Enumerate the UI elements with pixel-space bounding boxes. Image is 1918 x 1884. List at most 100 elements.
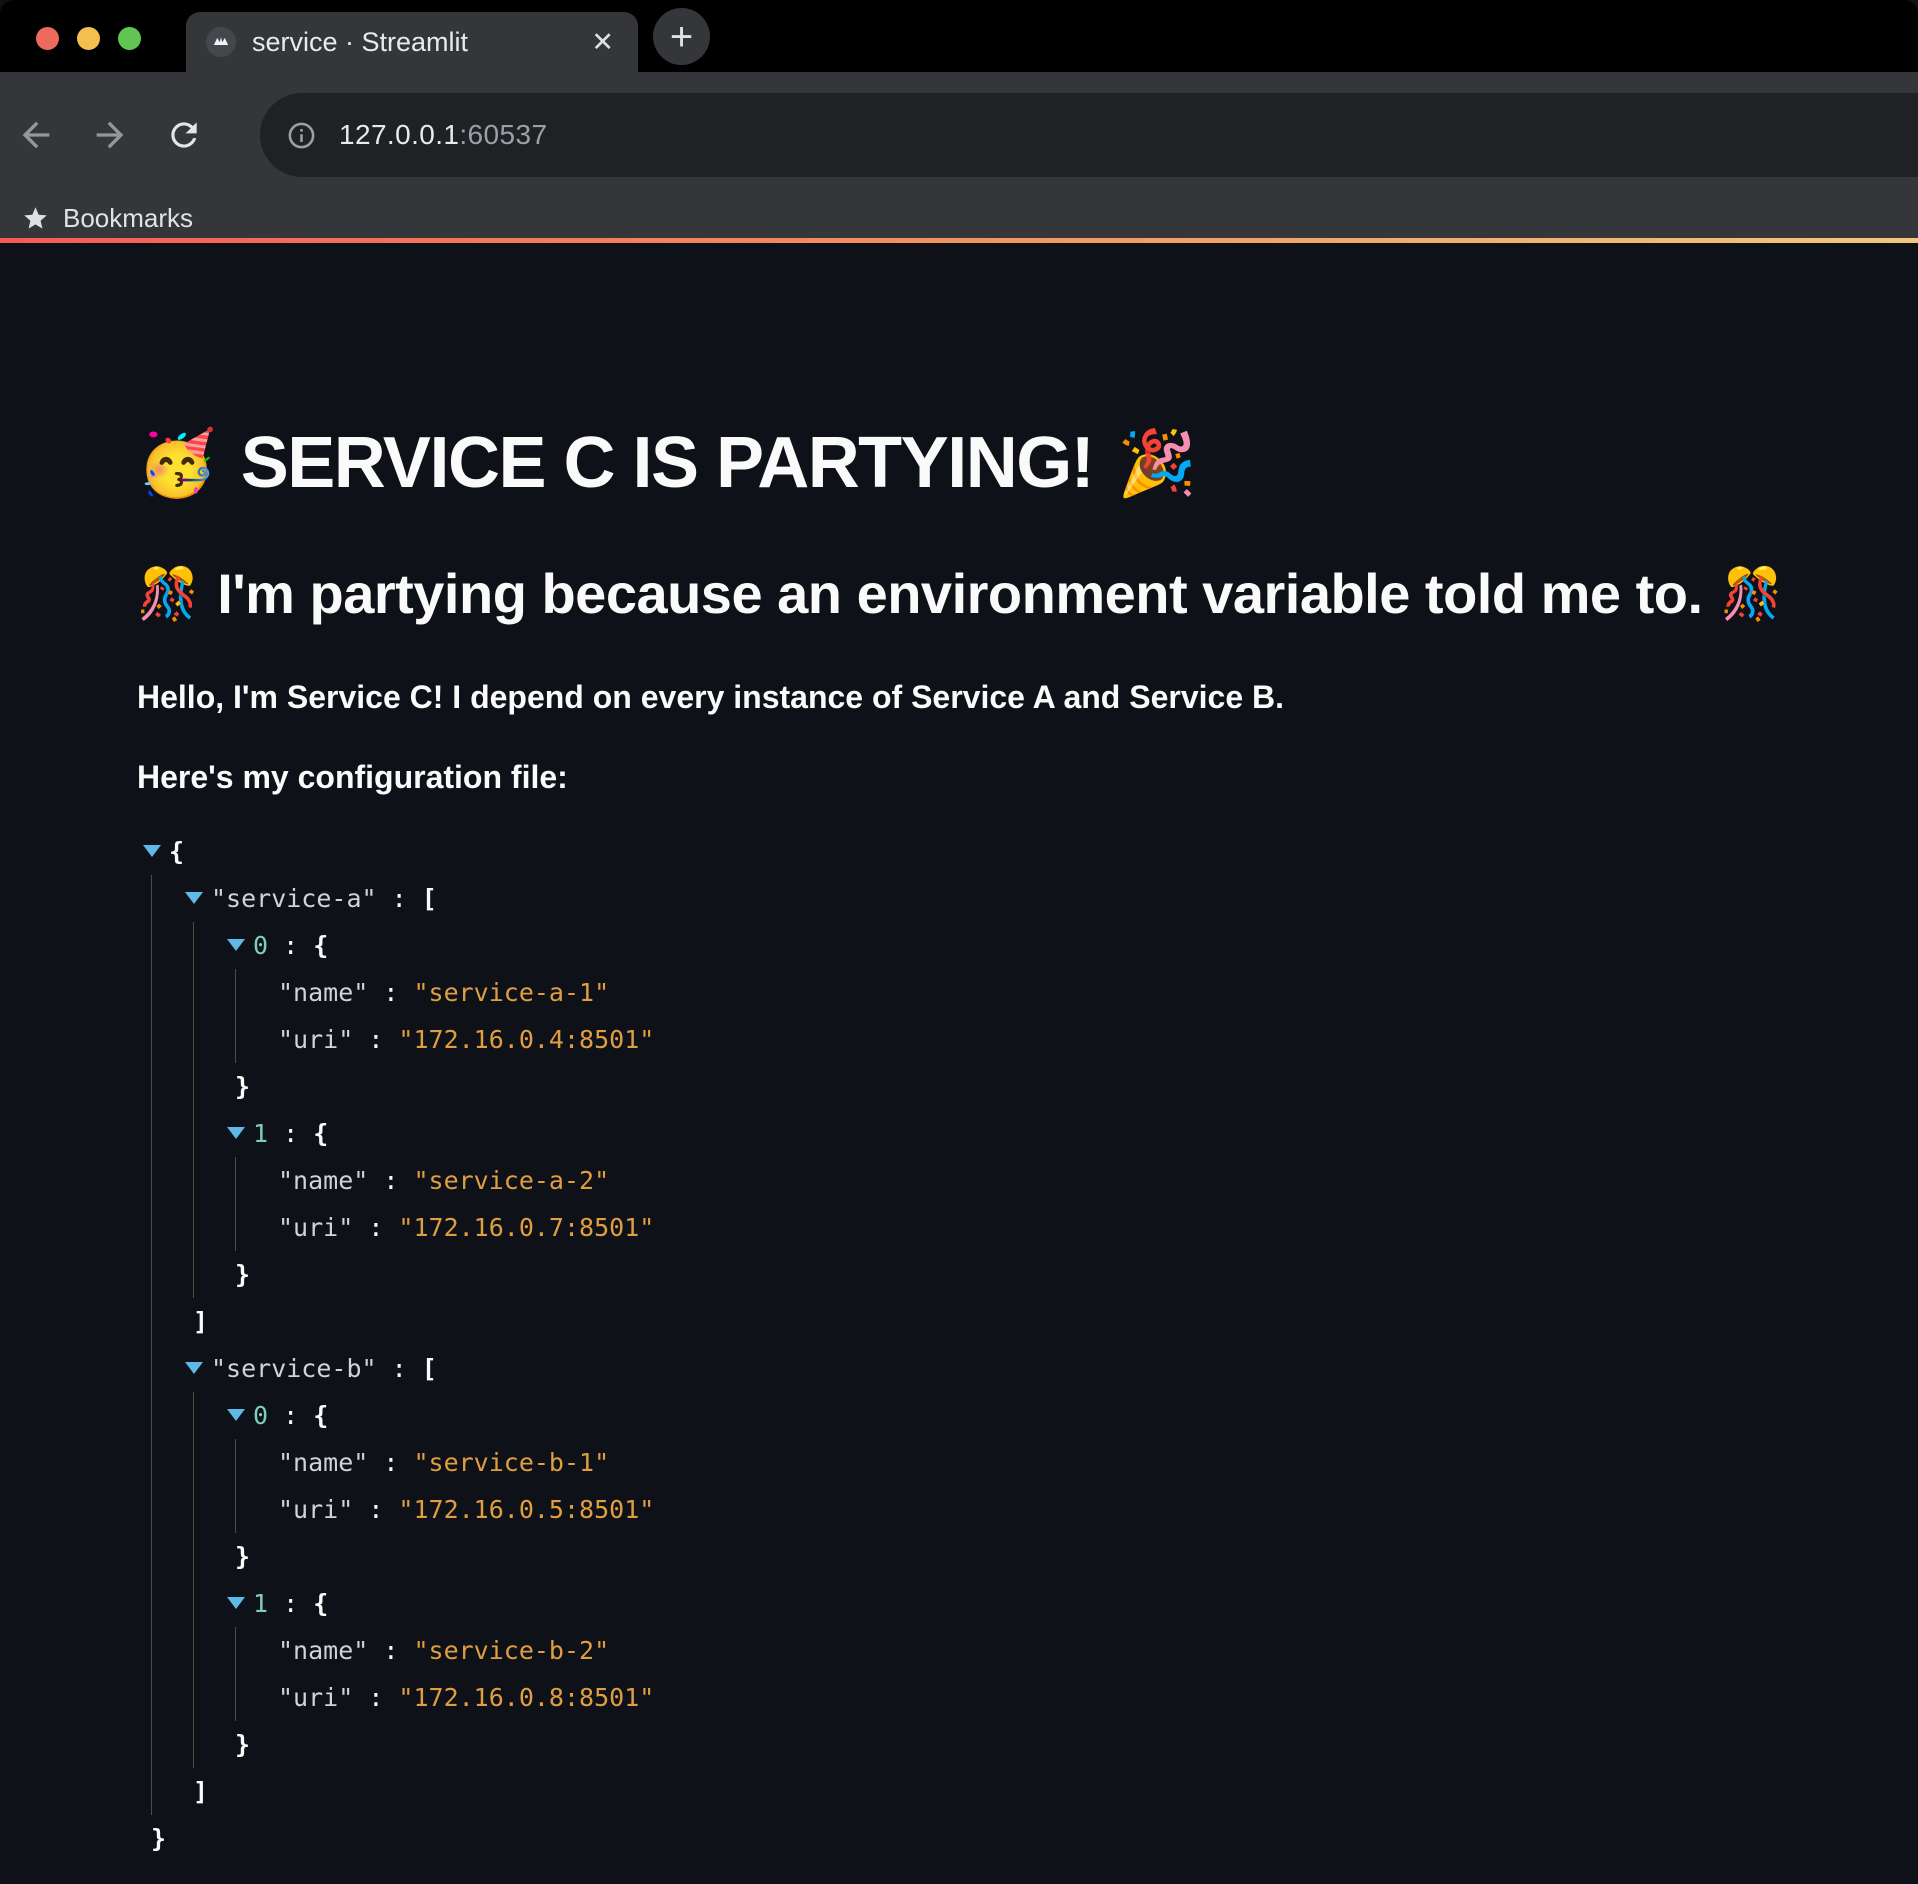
json-children: "name" : "service-a-2" "uri" : "172.16.0… — [235, 1157, 1888, 1251]
json-row: } — [227, 1533, 1888, 1580]
url-host: 127.0.0.1 — [339, 119, 459, 150]
json-row: } — [227, 1721, 1888, 1768]
tab-title: service · Streamlit — [252, 27, 587, 58]
expand-arrow-icon[interactable] — [227, 939, 253, 951]
json-key: "name" — [278, 1448, 368, 1477]
page-subtitle-text: I'm partying because an environment vari… — [217, 560, 1702, 627]
intro-paragraph: Hello, I'm Service C! I depend on every … — [137, 680, 1888, 715]
json-key: "name" — [278, 1636, 368, 1665]
json-colon: : — [268, 1589, 313, 1618]
json-brace: { — [313, 1401, 328, 1430]
json-brace: { — [313, 1589, 328, 1618]
address-bar[interactable]: 127.0.0.1:60537 — [260, 93, 1918, 177]
page-title-text: SERVICE C IS PARTYING! — [241, 420, 1093, 506]
json-array-index: 0 — [253, 931, 268, 960]
tab-close-icon[interactable]: ✕ — [587, 27, 618, 58]
forward-arrow-icon — [90, 115, 130, 155]
json-string-value: "service-b-1" — [413, 1448, 609, 1477]
json-string-value: "service-a-1" — [413, 978, 609, 1007]
json-colon: : — [377, 884, 422, 913]
expand-arrow-icon[interactable] — [227, 1597, 253, 1609]
json-brace: { — [313, 931, 328, 960]
json-row: 0 : { — [227, 1392, 1888, 1439]
json-array-index: 1 — [253, 1119, 268, 1148]
json-node-service-b-0: 0 : { "name" : "service-b-1" "uri" : "17… — [227, 1392, 1888, 1580]
json-row: "uri" : "172.16.0.5:8501" — [269, 1486, 1888, 1533]
expand-arrow-icon[interactable] — [185, 892, 211, 904]
minimize-window-button[interactable] — [77, 27, 100, 50]
expand-arrow-icon[interactable] — [227, 1409, 253, 1421]
json-children: 0 : { "name" : "service-a-1" "uri" : "17… — [193, 922, 1888, 1298]
streamlit-app-content: 🥳 SERVICE C IS PARTYING! 🎉 🎊 I'm partyin… — [0, 243, 1918, 1862]
json-row: "name" : "service-b-1" — [269, 1439, 1888, 1486]
expand-arrow-icon[interactable] — [185, 1362, 211, 1374]
json-node-service-a-0: 0 : { "name" : "service-a-1" "uri" : "17… — [227, 922, 1888, 1110]
json-array-index: 0 — [253, 1401, 268, 1430]
json-key: "uri" — [278, 1213, 353, 1242]
bookmarks-bar: Bookmarks — [0, 198, 1918, 238]
new-tab-button[interactable]: + — [653, 8, 710, 65]
toolbar: 127.0.0.1:60537 — [0, 72, 1918, 198]
json-node-service-b: "service-b" : [ 0 : { "name" : "service-… — [185, 1345, 1888, 1815]
partying-face-emoji: 🥳 — [137, 425, 217, 502]
json-string-value: "172.16.0.5:8501" — [398, 1495, 654, 1524]
json-brace: } — [235, 1072, 250, 1101]
json-key: "service-a" — [211, 884, 377, 913]
expand-arrow-icon[interactable] — [143, 845, 169, 857]
json-bracket: [ — [422, 884, 437, 913]
json-colon: : — [368, 1636, 413, 1665]
json-row: { — [143, 828, 1888, 875]
json-string-value: "service-a-2" — [413, 1166, 609, 1195]
json-row: ] — [185, 1768, 1888, 1815]
site-information-icon[interactable] — [286, 120, 317, 151]
forward-button[interactable] — [86, 111, 134, 159]
json-colon: : — [353, 1495, 398, 1524]
json-string-value: "172.16.0.7:8501" — [398, 1213, 654, 1242]
streamlit-favicon-icon — [206, 27, 236, 57]
json-colon: : — [353, 1213, 398, 1242]
json-children: "name" : "service-b-1" "uri" : "172.16.0… — [235, 1439, 1888, 1533]
json-colon: : — [377, 1354, 422, 1383]
json-row: } — [227, 1251, 1888, 1298]
url-field[interactable]: 127.0.0.1:60537 — [339, 119, 547, 151]
title-bar: service · Streamlit ✕ + — [0, 0, 1918, 72]
json-colon: : — [368, 1448, 413, 1477]
json-colon: : — [368, 978, 413, 1007]
bookmarks-label[interactable]: Bookmarks — [63, 203, 193, 234]
reload-button[interactable] — [160, 111, 208, 159]
json-string-value: "172.16.0.4:8501" — [398, 1025, 654, 1054]
page-title: 🥳 SERVICE C IS PARTYING! 🎉 — [137, 420, 1888, 506]
json-row: "service-b" : [ — [185, 1345, 1888, 1392]
json-key: "uri" — [278, 1683, 353, 1712]
json-children: "name" : "service-a-1" "uri" : "172.16.0… — [235, 969, 1888, 1063]
json-key: "service-b" — [211, 1354, 377, 1383]
json-root-children: "service-a" : [ 0 : { "name" : "service-… — [151, 875, 1888, 1815]
browser-chrome: 127.0.0.1:60537 Bookmarks — [0, 72, 1918, 238]
close-window-button[interactable] — [36, 27, 59, 50]
expand-arrow-icon[interactable] — [227, 1127, 253, 1139]
json-key: "name" — [278, 1166, 368, 1195]
json-root-node: { "service-a" : [ 0 : { — [143, 828, 1888, 1862]
json-row: } — [227, 1063, 1888, 1110]
browser-tab[interactable]: service · Streamlit ✕ — [186, 12, 638, 72]
json-colon: : — [268, 931, 313, 960]
zoom-window-button[interactable] — [118, 27, 141, 50]
json-row: 1 : { — [227, 1110, 1888, 1157]
json-brace: } — [235, 1542, 250, 1571]
page-subtitle: 🎊 I'm partying because an environment va… — [137, 560, 1888, 627]
json-row: ] — [185, 1298, 1888, 1345]
json-row: "name" : "service-a-2" — [269, 1157, 1888, 1204]
json-node-service-b-1: 1 : { "name" : "service-b-2" "uri" : "17… — [227, 1580, 1888, 1768]
json-colon: : — [353, 1683, 398, 1712]
bookmarks-star-icon[interactable] — [22, 205, 49, 232]
json-string-value: "172.16.0.8:8501" — [398, 1683, 654, 1712]
json-row: "name" : "service-a-1" — [269, 969, 1888, 1016]
party-popper-emoji: 🎉 — [1117, 425, 1197, 502]
back-arrow-icon — [16, 115, 56, 155]
json-children: 0 : { "name" : "service-b-1" "uri" : "17… — [193, 1392, 1888, 1768]
reload-icon — [165, 116, 203, 154]
json-key: "uri" — [278, 1495, 353, 1524]
json-colon: : — [268, 1401, 313, 1430]
json-children: "name" : "service-b-2" "uri" : "172.16.0… — [235, 1627, 1888, 1721]
back-button[interactable] — [12, 111, 60, 159]
